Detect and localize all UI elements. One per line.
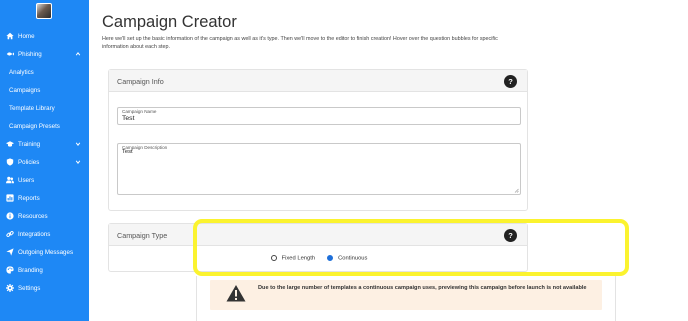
sidebar-item-phishing[interactable]: Phishing [0, 46, 89, 62]
page-intro: Here we'll set up the basic information … [102, 36, 498, 51]
chevron-down-icon [75, 160, 81, 164]
sidebar-item-label: Analytics [9, 68, 34, 76]
sidebar-item-users[interactable]: Users [0, 172, 89, 188]
warning-text: Due to the large number of templates a c… [258, 285, 587, 291]
sidebar-item-settings[interactable]: Settings [0, 280, 89, 296]
sidebar-item-policies[interactable]: Policies [0, 154, 89, 170]
campaign-description-field[interactable]: Campaign Description Test [117, 143, 521, 195]
sidebar-item-label: Policies [18, 158, 40, 166]
sidebar: Home Phishing Analytics Campaigns Templa… [0, 0, 89, 321]
sidebar-item-label: Phishing [18, 50, 42, 58]
info-icon [6, 212, 14, 220]
send-icon [6, 248, 14, 256]
sidebar-item-resources[interactable]: Resources [0, 208, 89, 224]
users-icon [6, 176, 14, 184]
warning-icon [226, 285, 246, 302]
sidebar-item-label: Integrations [18, 230, 51, 238]
bar-chart-icon [6, 194, 14, 202]
campaign-info-title: Campaign Info [117, 77, 164, 86]
sidebar-item-branding[interactable]: Branding [0, 262, 89, 278]
sidebar-item-campaigns[interactable]: Campaigns [0, 82, 89, 98]
link-icon [6, 230, 14, 238]
graduation-cap-icon [6, 140, 14, 148]
chevron-up-icon [75, 52, 81, 56]
sidebar-item-campaign-presets[interactable]: Campaign Presets [0, 118, 89, 134]
highlight-box [193, 219, 629, 276]
campaign-description-value[interactable]: Test [122, 149, 133, 155]
campaign-info-card: Campaign Info ? Campaign Name Test Campa… [108, 69, 528, 211]
sidebar-item-label: Campaigns [9, 86, 41, 94]
sidebar-item-integrations[interactable]: Integrations [0, 226, 89, 242]
sidebar-item-outgoing-messages[interactable]: Outgoing Messages [0, 244, 89, 260]
sidebar-item-label: Home [18, 32, 35, 40]
sidebar-item-label: Training [18, 140, 41, 148]
sidebar-item-label: Template Library [9, 104, 55, 112]
help-icon[interactable]: ? [504, 75, 517, 88]
campaign-info-header: Campaign Info ? [109, 70, 527, 92]
sidebar-item-label: Resources [18, 212, 48, 220]
avatar[interactable] [36, 3, 52, 19]
sidebar-item-label: Users [18, 176, 35, 184]
sidebar-item-home[interactable]: Home [0, 28, 89, 44]
sidebar-item-template-library[interactable]: Template Library [0, 100, 89, 116]
campaign-type-title: Campaign Type [117, 231, 168, 240]
warning-banner: Due to the large number of templates a c… [210, 280, 602, 310]
page-title: Campaign Creator [102, 13, 237, 31]
sidebar-item-label: Reports [18, 194, 40, 202]
sidebar-item-label: Settings [18, 284, 41, 292]
sidebar-item-analytics[interactable]: Analytics [0, 64, 89, 80]
sidebar-item-training[interactable]: Training [0, 136, 89, 152]
campaign-name-value[interactable]: Test [122, 115, 134, 122]
campaign-name-label: Campaign Name [122, 109, 157, 114]
campaign-name-field[interactable]: Campaign Name Test [117, 107, 521, 125]
resize-handle-icon[interactable] [514, 188, 519, 193]
home-icon [6, 32, 14, 40]
sidebar-item-label: Branding [18, 266, 43, 274]
sidebar-item-label: Outgoing Messages [18, 248, 74, 256]
sidebar-item-label: Campaign Presets [9, 122, 60, 130]
sidebar-item-reports[interactable]: Reports [0, 190, 89, 206]
palette-icon [6, 266, 14, 274]
chevron-down-icon [75, 142, 81, 146]
fish-icon [6, 50, 14, 58]
shield-icon [6, 158, 14, 166]
gear-icon [6, 284, 14, 292]
